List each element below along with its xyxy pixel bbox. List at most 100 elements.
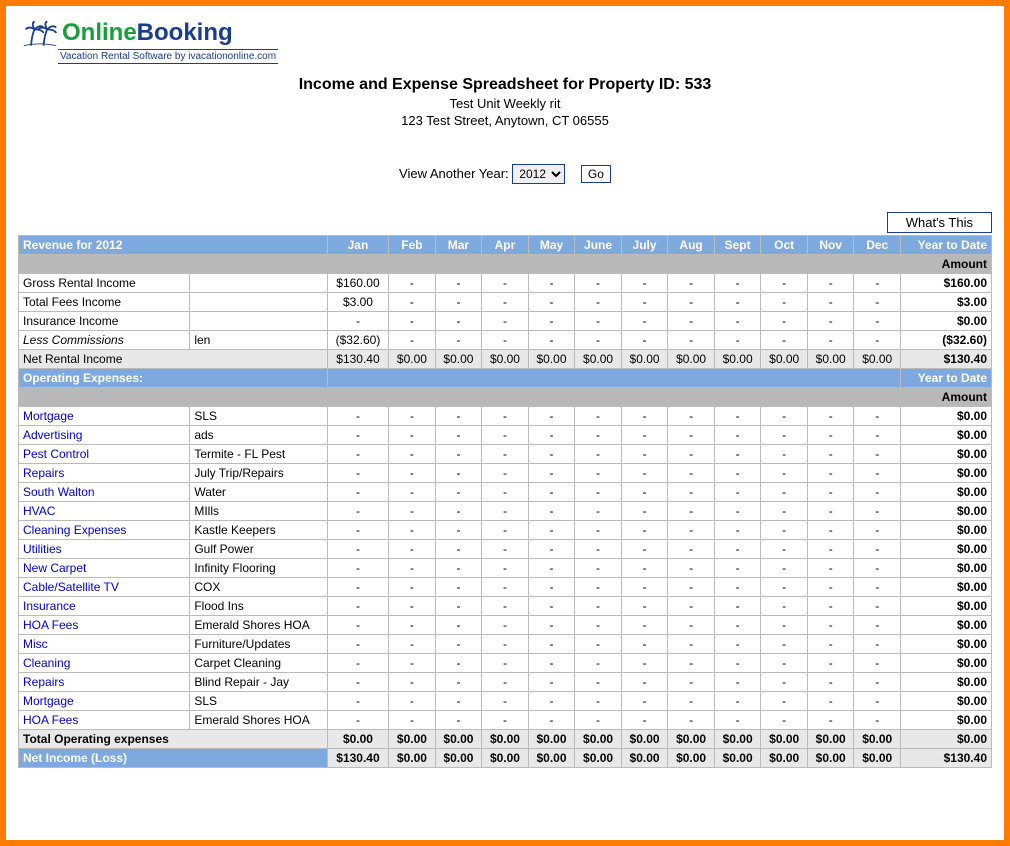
row-name[interactable]: Insurance [19, 597, 190, 616]
total-expenses-label: Total Operating expenses [19, 730, 328, 749]
cell: - [761, 331, 808, 350]
cell: $0.00 [761, 350, 808, 369]
cell: - [668, 502, 715, 521]
expense-link[interactable]: Utilities [23, 542, 62, 556]
cell: - [528, 464, 575, 483]
cell: - [327, 673, 388, 692]
expense-link[interactable]: Cleaning [23, 656, 70, 670]
row-name[interactable]: HVAC [19, 502, 190, 521]
expense-link[interactable]: Misc [23, 637, 48, 651]
table-row: Cleaning ExpensesKastle Keepers---------… [19, 521, 992, 540]
cell: - [807, 578, 854, 597]
cell: - [668, 673, 715, 692]
cell: - [327, 578, 388, 597]
cell: - [807, 502, 854, 521]
cell: - [389, 445, 436, 464]
row-note: SLS [190, 407, 327, 426]
cell: - [482, 711, 529, 730]
logo-booking: Booking [137, 19, 233, 46]
ytd-cell: $0.00 [900, 540, 991, 559]
cell: - [761, 540, 808, 559]
expense-link[interactable]: Insurance [23, 599, 76, 613]
expense-link[interactable]: Cleaning Expenses [23, 523, 126, 537]
row-name[interactable]: Cleaning [19, 654, 190, 673]
cell: - [668, 274, 715, 293]
row-note: July Trip/Repairs [190, 464, 327, 483]
row-name[interactable]: Mortgage [19, 407, 190, 426]
row-name[interactable]: Misc [19, 635, 190, 654]
table-row: Total Fees Income$3.00-----------$3.00 [19, 293, 992, 312]
cell: $0.00 [389, 730, 436, 749]
expense-link[interactable]: South Walton [23, 485, 95, 499]
row-name[interactable]: Repairs [19, 464, 190, 483]
whats-this-button[interactable]: What's This [887, 212, 992, 233]
cell: - [435, 483, 482, 502]
expense-link[interactable]: Mortgage [23, 409, 74, 423]
cell: - [575, 540, 622, 559]
cell: - [482, 597, 529, 616]
cell: - [528, 692, 575, 711]
cell: - [435, 274, 482, 293]
expense-link[interactable]: Mortgage [23, 694, 74, 708]
cell: - [435, 502, 482, 521]
cell: - [668, 293, 715, 312]
cell: $0.00 [528, 350, 575, 369]
row-name[interactable]: South Walton [19, 483, 190, 502]
cell: - [761, 654, 808, 673]
cell: - [714, 331, 761, 350]
go-button[interactable]: Go [581, 165, 611, 183]
expense-link[interactable]: HOA Fees [23, 618, 78, 632]
ytd-cell: $0.00 [900, 578, 991, 597]
expense-link[interactable]: Repairs [23, 675, 64, 689]
cell: - [668, 483, 715, 502]
ytd-cell: ($32.60) [900, 331, 991, 350]
cell: - [668, 445, 715, 464]
expense-link[interactable]: Advertising [23, 428, 82, 442]
row-name[interactable]: HOA Fees [19, 711, 190, 730]
cell: - [668, 711, 715, 730]
row-name[interactable]: HOA Fees [19, 616, 190, 635]
row-name[interactable]: Repairs [19, 673, 190, 692]
cell: - [389, 407, 436, 426]
expense-link[interactable]: Repairs [23, 466, 64, 480]
cell: - [327, 692, 388, 711]
row-note: Flood Ins [190, 597, 327, 616]
expense-link[interactable]: HOA Fees [23, 713, 78, 727]
cell: $0.00 [854, 730, 901, 749]
row-name[interactable]: New Carpet [19, 559, 190, 578]
table-row: MortgageSLS------------$0.00 [19, 692, 992, 711]
cell: - [389, 426, 436, 445]
row-name[interactable]: Pest Control [19, 445, 190, 464]
cell: - [714, 274, 761, 293]
amount-header: Amount [900, 255, 991, 274]
row-name[interactable]: Utilities [19, 540, 190, 559]
cell: $0.00 [807, 350, 854, 369]
row-name[interactable]: Cable/Satellite TV [19, 578, 190, 597]
expense-link[interactable]: Pest Control [23, 447, 89, 461]
cell: - [668, 559, 715, 578]
cell: - [807, 559, 854, 578]
cell: - [482, 635, 529, 654]
expense-link[interactable]: Cable/Satellite TV [23, 580, 119, 594]
cell: - [327, 426, 388, 445]
row-name[interactable]: Mortgage [19, 692, 190, 711]
cell: $0.00 [435, 749, 482, 768]
year-select[interactable]: 2012 [512, 164, 565, 184]
expense-link[interactable]: HVAC [23, 504, 55, 518]
ytd-cell: $0.00 [900, 483, 991, 502]
cell: - [714, 445, 761, 464]
expense-link[interactable]: New Carpet [23, 561, 86, 575]
row-name[interactable]: Advertising [19, 426, 190, 445]
cell: - [714, 635, 761, 654]
cell: - [435, 559, 482, 578]
ytd-header: Year to Date [900, 236, 991, 255]
cell: - [807, 293, 854, 312]
table-row: South WaltonWater------------$0.00 [19, 483, 992, 502]
cell: - [327, 711, 388, 730]
cell: - [714, 293, 761, 312]
cell: - [761, 464, 808, 483]
cell: - [389, 673, 436, 692]
ytd-cell: $130.40 [900, 350, 991, 369]
row-name[interactable]: Cleaning Expenses [19, 521, 190, 540]
cell: - [714, 540, 761, 559]
